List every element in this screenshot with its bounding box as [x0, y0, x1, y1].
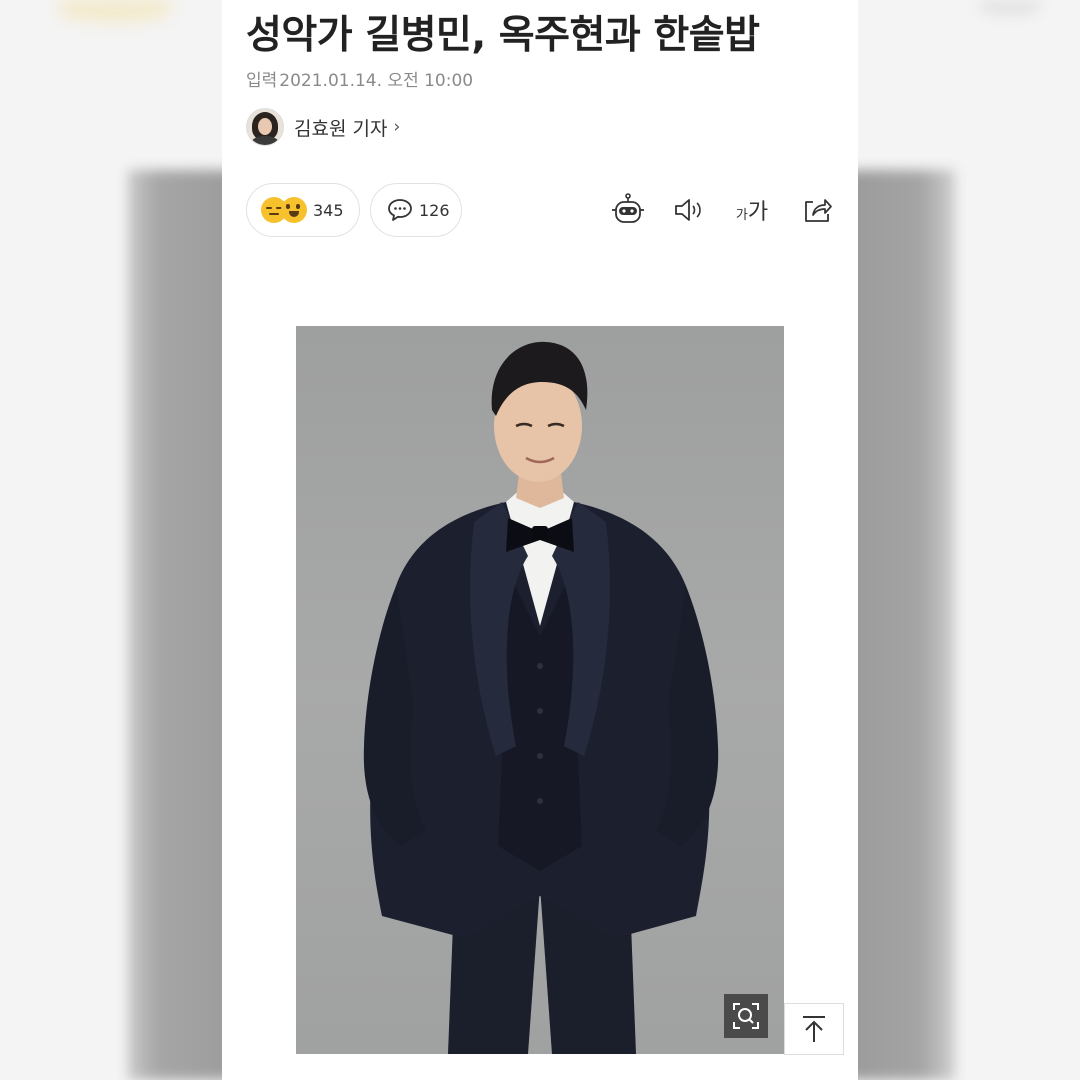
speaker-icon: [675, 199, 701, 221]
reaction-button[interactable]: 345: [246, 183, 360, 237]
blurred-background-element: [60, 0, 170, 22]
portrait-illustration: [363, 341, 719, 1054]
article-title: 성악가 길병민, 옥주현과 한솥밥: [246, 13, 760, 58]
reaction-count: 345: [313, 200, 344, 220]
arrow-up-icon: [803, 1016, 825, 1042]
blurred-background-element: [980, 0, 1040, 16]
scroll-to-top-button[interactable]: [784, 1003, 844, 1055]
font-size-icon: 가가: [735, 200, 769, 225]
read-aloud-button[interactable]: [669, 190, 709, 230]
reporter-link[interactable]: 김효원 기자 ›: [246, 108, 400, 146]
robot-summary-icon: [612, 193, 644, 223]
comment-count: 126: [419, 200, 450, 220]
comment-button[interactable]: 126: [370, 183, 462, 237]
share-button[interactable]: [798, 190, 838, 230]
font-size-button[interactable]: 가가: [732, 190, 772, 230]
article-card: 성악가 길병민, 옥주현과 한솥밥 입력 2021.01.14. 오전 10:00…: [222, 0, 858, 1080]
happy-emoji-icon: [281, 197, 307, 223]
summary-bot-button[interactable]: [608, 190, 648, 230]
publish-label: 입력: [246, 71, 278, 91]
share-icon: [805, 199, 832, 222]
publish-info: 입력 2021.01.14. 오전 10:00: [246, 66, 473, 91]
article-photo: [296, 326, 784, 1054]
publish-date: 2021.01.14. 오전 10:00: [279, 71, 474, 91]
zoom-icon: [733, 1003, 759, 1029]
chevron-right-icon: ›: [393, 117, 401, 137]
reporter-avatar: [246, 108, 284, 146]
reporter-name: 김효원 기자: [294, 117, 388, 140]
zoom-photo-button[interactable]: [724, 994, 768, 1038]
speech-bubble-icon: [388, 199, 412, 221]
